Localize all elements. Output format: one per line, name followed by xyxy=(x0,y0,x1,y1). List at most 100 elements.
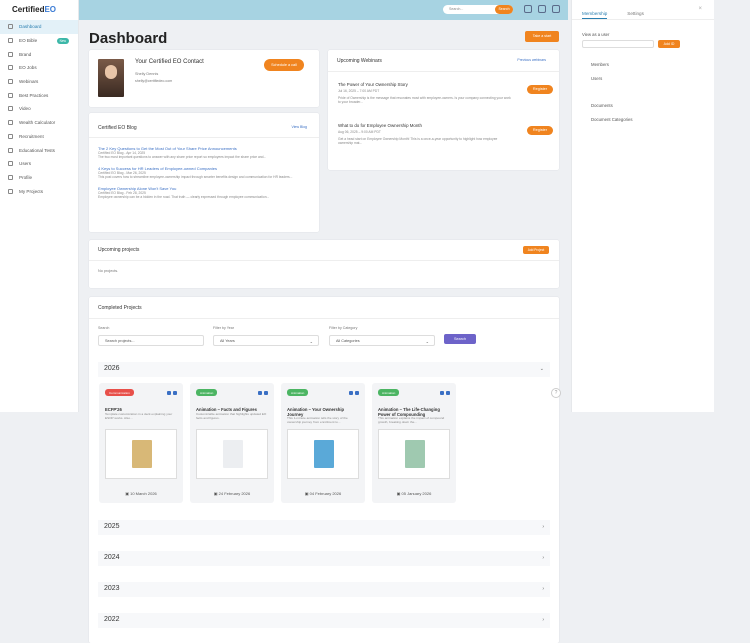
blog-title: Certified EO Blog xyxy=(98,125,137,131)
chevron-right-icon: › xyxy=(542,586,544,592)
sidebar-item-label: EO Bible xyxy=(19,38,38,44)
sidebar-item-eo-jobs[interactable]: EO Jobs xyxy=(0,61,78,75)
project-date: ▣ 10 March 2026 xyxy=(99,491,183,496)
webinar-desc: Get a head start on Employee Ownership M… xyxy=(338,137,498,146)
link-document-categories[interactable]: Document Categories xyxy=(591,117,714,122)
upcoming-projects-card: Upcoming projects Add Project No project… xyxy=(89,240,559,288)
webinar-date: Jul 16, 2025 – 7:00 AM PDT xyxy=(338,89,380,93)
year-filter-label: Filter by Year xyxy=(213,326,234,330)
sidebar-item-wealth-calculator[interactable]: Wealth Calculator xyxy=(0,116,78,130)
project-card[interactable]: Communication ECFP'26 Template customizati… xyxy=(99,383,183,503)
notification-icon[interactable] xyxy=(524,5,532,13)
download-icon[interactable] xyxy=(173,391,177,395)
sidebar-item-webinars[interactable]: Webinars xyxy=(0,75,78,89)
sidebar-item-video[interactable]: Video xyxy=(0,102,78,116)
year-accordion-2025[interactable]: 2025 › xyxy=(98,520,550,535)
project-card[interactable]: Animation Animation – Facts and Figures Cu… xyxy=(190,383,274,503)
download-icon[interactable] xyxy=(446,391,450,395)
year-filter-select[interactable]: All Years ⌄ xyxy=(213,335,319,346)
link-members[interactable]: Members xyxy=(591,62,714,67)
link-users[interactable]: Users xyxy=(591,76,714,81)
year-accordion-2026[interactable]: 2026 ⌄ xyxy=(98,362,550,377)
sidebar-item-profile[interactable]: Profile xyxy=(0,171,78,185)
take-start-button[interactable]: Take a start xyxy=(525,31,559,42)
project-actions xyxy=(349,391,359,395)
year-accordion-2022[interactable]: 2022 › xyxy=(98,613,550,628)
tab-membership[interactable]: Membership xyxy=(582,11,608,19)
header-search[interactable]: Search... Search xyxy=(443,5,513,14)
no-projects-text: No projects. xyxy=(98,269,119,273)
add-user-input[interactable] xyxy=(582,40,654,48)
thumbnail-art xyxy=(132,440,152,468)
download-icon[interactable] xyxy=(264,391,268,395)
folder-icon xyxy=(8,188,13,194)
project-thumbnail[interactable] xyxy=(378,429,450,479)
webinar-title[interactable]: What to do for Employee Ownership Month xyxy=(338,123,422,128)
tab-settings[interactable]: Settings xyxy=(627,11,644,19)
sidebar-item-label: Best Practices xyxy=(19,92,49,98)
sidebar-item-best-practices[interactable]: Best Practices xyxy=(0,88,78,102)
view-blog-link[interactable]: View Blog xyxy=(291,125,307,129)
sidebar-item-users[interactable]: Users xyxy=(0,157,78,171)
project-thumbnail[interactable] xyxy=(105,429,177,479)
sidebar-item-recruitment[interactable]: Recruitment xyxy=(0,130,78,144)
schedule-call-button[interactable]: Schedule a call xyxy=(264,59,304,71)
project-thumbnail[interactable] xyxy=(287,429,359,479)
project-date: ▣ 04 February 2026 xyxy=(281,491,365,496)
sidebar-item-eo-bible[interactable]: EO Bible New xyxy=(0,34,78,48)
new-badge: New xyxy=(56,37,69,44)
year-label: 2023 xyxy=(104,585,120,592)
header-icons xyxy=(524,5,560,13)
sidebar-item-brand[interactable]: Brand xyxy=(0,47,78,61)
pin-icon xyxy=(8,51,13,57)
filter-search-button[interactable]: Search xyxy=(444,334,476,344)
add-project-button[interactable]: Add Project xyxy=(523,246,549,254)
category-filter-select[interactable]: All Categories ⌄ xyxy=(329,335,435,346)
year-accordion-2023[interactable]: 2023 › xyxy=(98,582,550,597)
year-accordion-2024[interactable]: 2024 › xyxy=(98,551,550,566)
blog-post: The 2 Key Questions to Get the Most Out … xyxy=(98,146,308,160)
category-filter-label: Filter by Category xyxy=(329,326,358,330)
project-desc: This animation explains the impact of co… xyxy=(378,416,445,424)
register-button[interactable]: Register xyxy=(527,85,553,94)
add-id-button[interactable]: Add ID xyxy=(658,40,680,48)
webinar-title[interactable]: The Power of Your Ownership Story xyxy=(338,82,408,87)
search-button[interactable]: Search xyxy=(495,5,513,14)
project-search-input[interactable]: Search projects... xyxy=(98,335,204,346)
edit-icon[interactable] xyxy=(167,391,171,395)
contact-email[interactable]: shelly@certifiedeo.com xyxy=(135,79,172,83)
users-icon xyxy=(8,161,13,167)
close-icon[interactable]: × xyxy=(698,6,702,12)
page-title: Dashboard xyxy=(89,30,168,47)
chevron-down-icon: ⌄ xyxy=(309,339,313,344)
sidebar-item-label: Dashboard xyxy=(19,24,42,30)
app-logo[interactable]: CertifiedEO xyxy=(0,0,78,20)
video-icon xyxy=(8,106,13,112)
edit-icon[interactable] xyxy=(258,391,262,395)
sidebar-item-dashboard[interactable]: Dashboard xyxy=(0,20,78,34)
project-thumbnail[interactable] xyxy=(196,429,268,479)
sidebar-item-my-projects[interactable]: My Projects xyxy=(0,184,78,198)
help-icon[interactable]: ? xyxy=(551,388,561,398)
previous-webinars-link[interactable]: Previous webinars xyxy=(517,58,546,62)
blog-post-excerpt: The two most important questions to answ… xyxy=(98,155,267,160)
settings-icon[interactable] xyxy=(538,5,546,13)
edit-icon[interactable] xyxy=(349,391,353,395)
download-icon[interactable] xyxy=(355,391,359,395)
project-card[interactable]: Animation Animation – Your Ownership Jour… xyxy=(281,383,365,503)
sidebar-item-educational-tests[interactable]: Educational Tests xyxy=(0,143,78,157)
sidebar-item-label: Users xyxy=(19,161,31,167)
link-documents[interactable]: Documents xyxy=(591,103,714,108)
grid-icon[interactable] xyxy=(552,5,560,13)
thumbnail-art xyxy=(314,440,334,468)
edit-icon[interactable] xyxy=(440,391,444,395)
year-label: 2024 xyxy=(104,554,120,561)
project-card[interactable]: Animation Animation – The Life-Changing P… xyxy=(372,383,456,503)
project-desc: Template customization in a deck explain… xyxy=(105,412,173,420)
blog-post: 4 Keys to Success for HR Leaders of Empl… xyxy=(98,166,308,180)
project-date-value: 04 February 2026 xyxy=(309,491,342,496)
upcoming-projects-title: Upcoming projects xyxy=(98,247,140,253)
register-button[interactable]: Register xyxy=(527,126,553,135)
search-input[interactable]: Search... xyxy=(449,7,463,11)
thumbnail-art xyxy=(223,440,243,468)
